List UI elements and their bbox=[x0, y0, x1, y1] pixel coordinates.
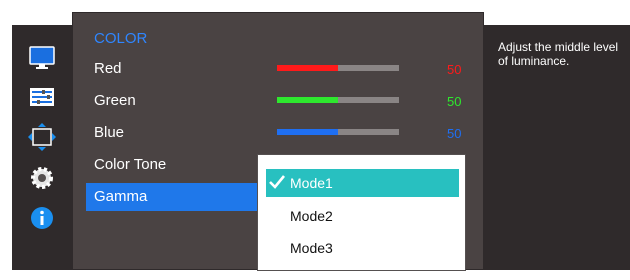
red-slider-fill bbox=[277, 65, 338, 71]
check-icon bbox=[267, 172, 287, 192]
menu-item-gamma[interactable]: Gamma bbox=[86, 183, 259, 211]
dropdown-option-mode3[interactable]: Mode3 bbox=[266, 234, 459, 262]
dropdown-option-label: Mode2 bbox=[290, 208, 333, 224]
color-settings-panel: COLOR Red 50 Green 50 Blue 50 Color Tone… bbox=[72, 12, 484, 271]
menu-item-blue[interactable]: Blue bbox=[86, 119, 241, 147]
green-slider-fill bbox=[277, 97, 338, 103]
monitor-osd-menu: COLOR Red 50 Green 50 Blue 50 Color Tone… bbox=[0, 0, 630, 280]
menu-item-label: Red bbox=[94, 60, 122, 77]
green-value: 50 bbox=[447, 94, 462, 109]
blue-value: 50 bbox=[447, 126, 462, 141]
menu-item-red[interactable]: Red bbox=[86, 55, 241, 83]
menu-item-label: Green bbox=[94, 92, 136, 109]
red-slider[interactable] bbox=[277, 65, 399, 71]
section-title: COLOR bbox=[94, 30, 148, 47]
green-slider[interactable] bbox=[277, 97, 399, 103]
color-sliders-icon[interactable] bbox=[27, 82, 57, 112]
information-icon[interactable] bbox=[27, 203, 57, 233]
blue-slider-fill bbox=[277, 129, 338, 135]
size-position-icon[interactable] bbox=[27, 122, 57, 152]
help-panel: Adjust the middle level of luminance. bbox=[484, 25, 630, 270]
dropdown-option-label: Mode1 bbox=[290, 175, 333, 191]
gamma-mode-dropdown: Mode1 Mode2 Mode3 bbox=[257, 154, 466, 271]
blue-slider[interactable] bbox=[277, 129, 399, 135]
menu-item-color-tone[interactable]: Color Tone bbox=[86, 151, 241, 179]
menu-item-label: Gamma bbox=[94, 188, 148, 205]
help-text: Adjust the middle level of luminance. bbox=[498, 40, 619, 68]
menu-item-label: Color Tone bbox=[94, 156, 167, 173]
osd-left-rail bbox=[12, 25, 72, 270]
menu-item-label: Blue bbox=[94, 124, 125, 141]
settings-gear-icon[interactable] bbox=[27, 163, 57, 193]
red-value: 50 bbox=[447, 62, 462, 77]
picture-monitor-icon[interactable] bbox=[27, 43, 57, 73]
menu-item-green[interactable]: Green bbox=[86, 87, 241, 115]
dropdown-option-mode1[interactable]: Mode1 bbox=[266, 169, 459, 197]
dropdown-option-mode2[interactable]: Mode2 bbox=[266, 202, 459, 230]
dropdown-option-label: Mode3 bbox=[290, 240, 333, 256]
